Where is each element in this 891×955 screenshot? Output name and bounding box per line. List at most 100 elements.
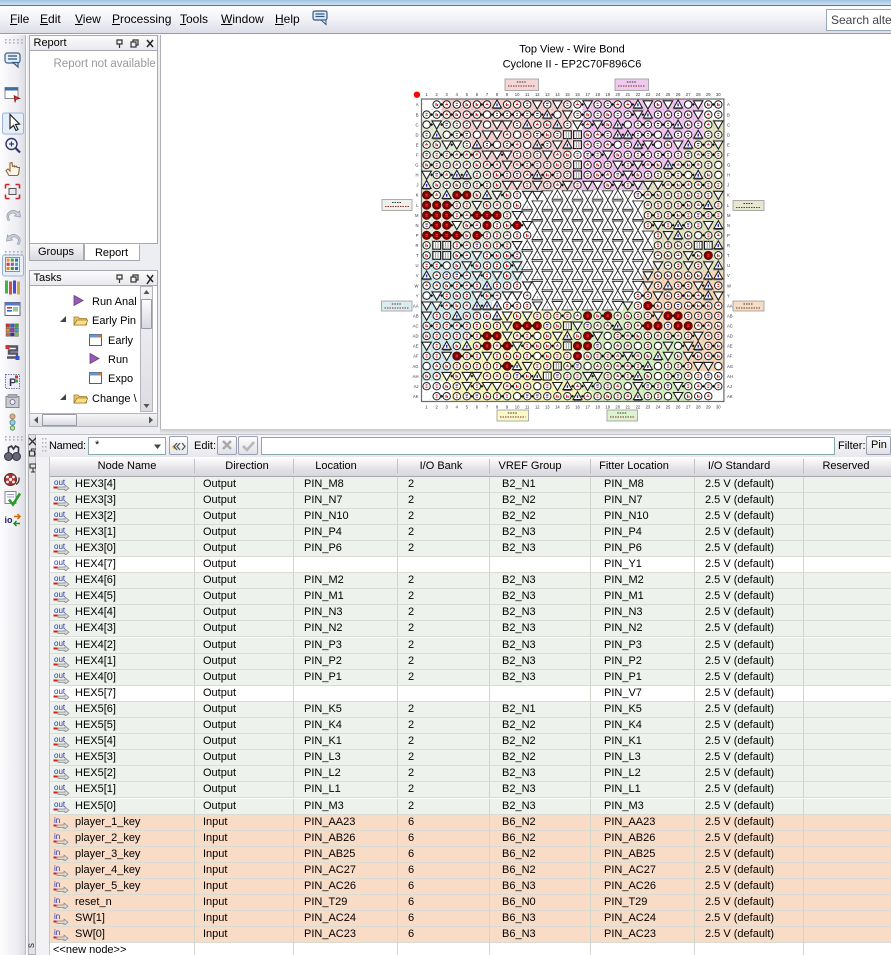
svg-text:19: 19 bbox=[605, 92, 610, 97]
svg-text:19: 19 bbox=[605, 405, 610, 410]
svg-text:out: out bbox=[54, 574, 66, 583]
svg-text:23: 23 bbox=[646, 92, 651, 97]
svg-text:AD: AD bbox=[413, 334, 419, 339]
svg-text:B: B bbox=[727, 112, 730, 117]
svg-text:10: 10 bbox=[515, 92, 520, 97]
svg-text:1: 1 bbox=[425, 405, 428, 410]
svg-text:29: 29 bbox=[706, 405, 711, 410]
svg-text:U: U bbox=[415, 263, 418, 268]
svg-text:15: 15 bbox=[565, 405, 570, 410]
svg-text:out: out bbox=[54, 526, 66, 535]
svg-text:H: H bbox=[727, 173, 730, 178]
svg-text:B: B bbox=[416, 112, 419, 117]
svg-text:in: in bbox=[54, 848, 60, 857]
svg-text:in: in bbox=[54, 880, 60, 889]
svg-text:26: 26 bbox=[676, 92, 681, 97]
svg-text:23: 23 bbox=[646, 405, 651, 410]
svg-text:E: E bbox=[727, 142, 730, 147]
svg-text:30: 30 bbox=[716, 405, 721, 410]
svg-text:5: 5 bbox=[466, 405, 469, 410]
svg-text:J: J bbox=[416, 183, 418, 188]
svg-text:AE: AE bbox=[727, 344, 733, 349]
svg-text:L: L bbox=[416, 203, 419, 208]
svg-text:1: 1 bbox=[425, 92, 428, 97]
svg-text:L: L bbox=[727, 203, 730, 208]
svg-text:AJ: AJ bbox=[414, 384, 419, 389]
svg-text:13: 13 bbox=[545, 92, 550, 97]
svg-text:3: 3 bbox=[446, 92, 449, 97]
svg-text:28: 28 bbox=[696, 405, 701, 410]
svg-text:21: 21 bbox=[625, 92, 630, 97]
svg-text:in: in bbox=[54, 896, 60, 905]
svg-text:AK: AK bbox=[727, 394, 733, 399]
svg-text:F: F bbox=[727, 153, 730, 158]
svg-text:out: out bbox=[54, 751, 66, 760]
svg-text:AE: AE bbox=[413, 344, 419, 349]
svg-text:in: in bbox=[54, 864, 60, 873]
svg-text:26: 26 bbox=[676, 405, 681, 410]
svg-text:10: 10 bbox=[515, 405, 520, 410]
svg-text:N: N bbox=[727, 223, 730, 228]
svg-text:out: out bbox=[54, 671, 66, 680]
svg-text:7: 7 bbox=[486, 405, 489, 410]
svg-text:5: 5 bbox=[466, 92, 469, 97]
svg-text:AF: AF bbox=[413, 354, 419, 359]
svg-text:AC: AC bbox=[727, 324, 733, 329]
svg-text:N: N bbox=[415, 223, 418, 228]
svg-text:AC: AC bbox=[413, 324, 419, 329]
svg-text:24: 24 bbox=[656, 405, 661, 410]
svg-text:V: V bbox=[416, 273, 419, 278]
svg-text:out: out bbox=[54, 558, 66, 567]
svg-text:out: out bbox=[54, 478, 66, 487]
svg-text:P: P bbox=[727, 233, 730, 238]
svg-text:15: 15 bbox=[565, 92, 570, 97]
svg-text:out: out bbox=[54, 767, 66, 776]
svg-text:28: 28 bbox=[696, 92, 701, 97]
svg-text:Y: Y bbox=[727, 293, 730, 298]
svg-text:io: io bbox=[5, 515, 14, 525]
svg-text:30: 30 bbox=[716, 92, 721, 97]
svg-text:M: M bbox=[415, 213, 419, 218]
svg-text:18: 18 bbox=[595, 405, 600, 410]
svg-text:T: T bbox=[416, 253, 419, 258]
svg-text:25: 25 bbox=[666, 405, 671, 410]
svg-text:14: 14 bbox=[555, 405, 560, 410]
svg-text:out: out bbox=[54, 703, 66, 712]
svg-text:AJ: AJ bbox=[727, 384, 732, 389]
svg-text:out: out bbox=[54, 606, 66, 615]
svg-text:R: R bbox=[727, 243, 730, 248]
svg-text:A: A bbox=[416, 102, 419, 107]
svg-text:29: 29 bbox=[706, 92, 711, 97]
svg-text:11: 11 bbox=[525, 92, 530, 97]
svg-text:F: F bbox=[416, 153, 419, 158]
svg-text:27: 27 bbox=[686, 405, 691, 410]
svg-text:Y: Y bbox=[416, 293, 419, 298]
svg-text:G: G bbox=[415, 163, 418, 168]
svg-text:H: H bbox=[415, 173, 418, 178]
svg-text:K: K bbox=[416, 193, 419, 198]
svg-text:21: 21 bbox=[625, 405, 630, 410]
svg-text:9: 9 bbox=[506, 92, 509, 97]
svg-text:AA: AA bbox=[413, 303, 419, 308]
svg-text:AG: AG bbox=[727, 364, 733, 369]
svg-text:out: out bbox=[54, 590, 66, 599]
svg-text:out: out bbox=[54, 542, 66, 551]
svg-text:P: P bbox=[9, 377, 16, 389]
svg-text:R: R bbox=[415, 243, 418, 248]
svg-text:out: out bbox=[54, 719, 66, 728]
svg-text:AF: AF bbox=[727, 354, 733, 359]
svg-text:D: D bbox=[727, 132, 730, 137]
svg-text:12: 12 bbox=[535, 405, 540, 410]
svg-text:in: in bbox=[54, 928, 60, 937]
svg-text:11: 11 bbox=[525, 405, 530, 410]
svg-text:in: in bbox=[54, 912, 60, 921]
svg-text:out: out bbox=[54, 687, 66, 696]
svg-text:P: P bbox=[416, 233, 419, 238]
svg-text:2: 2 bbox=[436, 405, 439, 410]
svg-text:out: out bbox=[54, 639, 66, 648]
svg-text:W: W bbox=[727, 283, 731, 288]
svg-text:in: in bbox=[54, 816, 60, 825]
svg-text:8: 8 bbox=[496, 405, 499, 410]
svg-text:22: 22 bbox=[636, 405, 641, 410]
svg-text:6: 6 bbox=[476, 405, 479, 410]
